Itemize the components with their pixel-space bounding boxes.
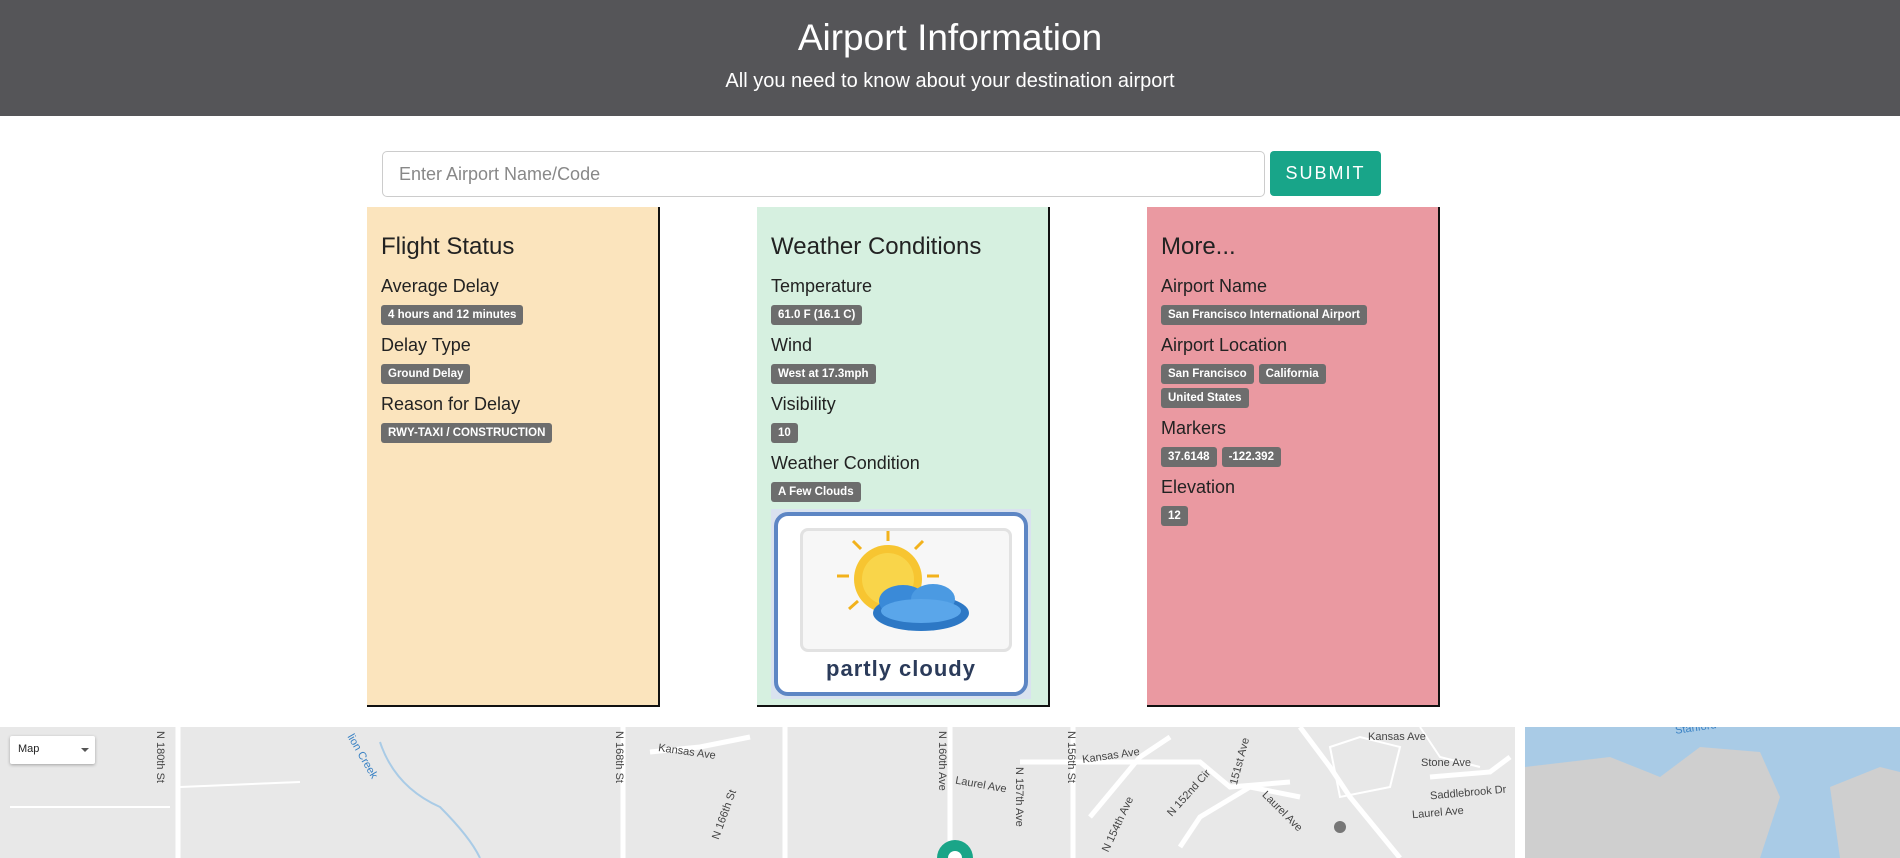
wind-label: Wind: [771, 335, 813, 355]
delay-type-badge: Ground Delay: [381, 364, 471, 384]
submit-button[interactable]: SUBMIT: [1270, 151, 1381, 196]
page-title: Airport Information: [797, 17, 1103, 58]
map-street-label: N 157th Ave: [1013, 767, 1025, 827]
temperature-badge: 61.0 F (16.1 C): [771, 305, 863, 325]
weather-title: Weather Conditions: [771, 233, 982, 260]
average-delay-badge: 4 hours and 12 minutes: [381, 305, 524, 325]
map-street-label: N 180th St: [154, 731, 166, 783]
map-street-label: N 156th St: [1065, 731, 1077, 783]
partly-cloudy-icon: [837, 531, 969, 631]
map-street-label: Kansas Ave: [1368, 731, 1426, 743]
airport-name-label: Airport Name: [1161, 276, 1268, 296]
map-type-selector[interactable]: Map: [10, 736, 95, 764]
map-tiles: [0, 727, 1900, 858]
delay-type-label: Delay Type: [381, 335, 471, 355]
more-title: More...: [1161, 233, 1236, 260]
city-badge: San Francisco: [1161, 364, 1254, 384]
airport-search-input[interactable]: [382, 151, 1265, 197]
weather-conditions-card: Weather Conditions Temperature 61.0 F (1…: [757, 207, 1050, 707]
weather-image: partly cloudy: [771, 509, 1031, 699]
flight-status-title: Flight Status: [381, 233, 515, 260]
state-badge: California: [1258, 364, 1326, 384]
elevation-badge: 12: [1161, 506, 1188, 526]
weather-condition-badge: A Few Clouds: [771, 482, 861, 502]
page-subtitle: All you need to know about your destinat…: [725, 70, 1175, 92]
longitude-badge: -122.392: [1221, 447, 1281, 467]
page-header: Airport Information All you need to know…: [0, 0, 1900, 116]
weather-image-caption: partly cloudy: [826, 656, 976, 681]
airport-map[interactable]: Map N 180th St lion Creek N 168th St Kan…: [0, 727, 1900, 858]
visibility-label: Visibility: [771, 394, 836, 414]
airport-location-label: Airport Location: [1161, 335, 1288, 355]
chevron-down-icon: [81, 748, 89, 752]
markers-label: Markers: [1161, 418, 1227, 438]
map-street-label: N 168th St: [613, 731, 625, 783]
wind-badge: West at 17.3mph: [771, 364, 876, 384]
flight-status-card: Flight Status Average Delay 4 hours and …: [367, 207, 660, 707]
weather-condition-label: Weather Condition: [771, 453, 920, 473]
map-street-label: Stone Ave: [1421, 757, 1471, 769]
delay-reason-label: Reason for Delay: [381, 394, 521, 414]
country-badge: United States: [1161, 388, 1249, 408]
map-type-label: Map: [18, 743, 40, 755]
average-delay-label: Average Delay: [381, 276, 499, 296]
latitude-badge: 37.6148: [1161, 447, 1217, 467]
visibility-badge: 10: [771, 423, 798, 443]
temperature-label: Temperature: [771, 276, 873, 296]
map-street-label: N 160th Ave: [936, 731, 948, 791]
elevation-label: Elevation: [1161, 477, 1236, 497]
more-info-card: More... Airport Name San Francisco Inter…: [1147, 207, 1440, 707]
airport-name-badge: San Francisco International Airport: [1161, 305, 1367, 325]
delay-reason-badge: RWY-TAXI / CONSTRUCTION: [381, 423, 553, 443]
